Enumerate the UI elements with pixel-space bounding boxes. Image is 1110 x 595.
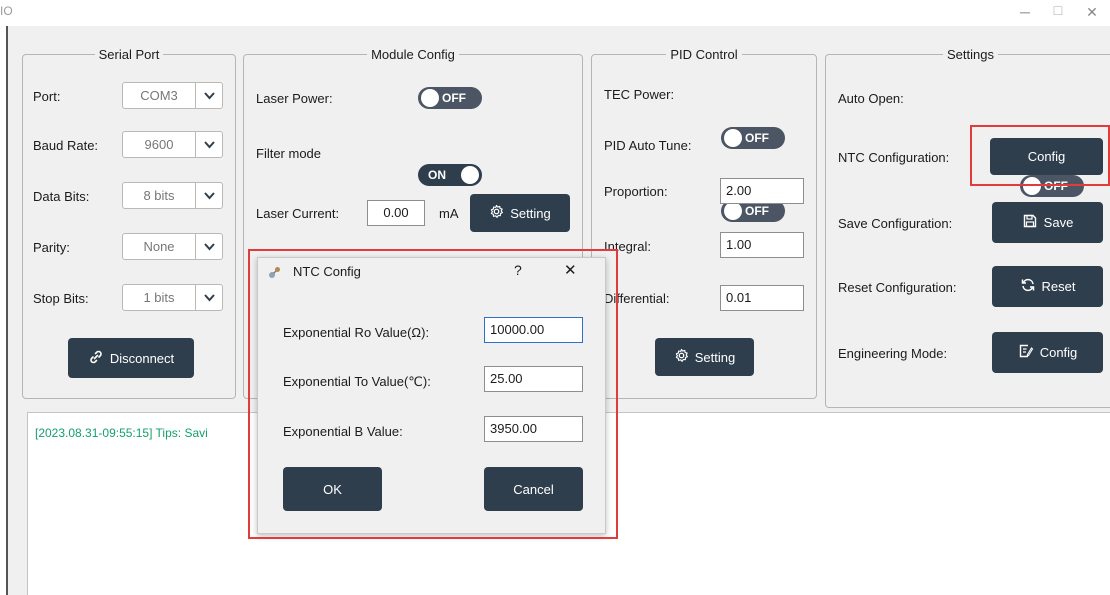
module-setting-button[interactable]: Setting — [470, 194, 570, 232]
disconnect-button[interactable]: Disconnect — [68, 338, 194, 378]
settings-title: Settings — [947, 47, 994, 62]
close-window-button[interactable]: ✕ — [1080, 4, 1104, 21]
port-label: Port: — [33, 89, 61, 104]
ntc-configuration-label: NTC Configuration: — [838, 150, 950, 165]
baud-rate-value: 9600 — [144, 137, 174, 152]
data-bits-select[interactable]: 8 bits — [122, 182, 223, 209]
pid-setting-button[interactable]: Setting — [655, 338, 754, 376]
toggle-knob — [724, 129, 742, 147]
differential-input[interactable]: 0.01 — [720, 285, 804, 311]
filter-mode-state: ON — [428, 168, 446, 182]
filter-mode-label: Filter mode — [256, 146, 322, 161]
minimize-button[interactable]: ─ — [1013, 4, 1037, 20]
save-button-label: Save — [1043, 215, 1074, 230]
reset-configuration-label: Reset Configuration: — [838, 280, 957, 295]
tec-power-label: TEC Power: — [604, 87, 675, 102]
reset-button-label: Reset — [1041, 279, 1076, 294]
baud-rate-select[interactable]: 9600 — [122, 131, 223, 158]
auto-open-label: Auto Open: — [838, 91, 904, 106]
engineering-config-button[interactable]: Config — [992, 332, 1103, 373]
log-line: [2023.08.31-09:55:15] Tips: Savi — [35, 426, 208, 440]
save-configuration-label: Save Configuration: — [838, 216, 953, 231]
dialog-highlight-box — [248, 249, 618, 539]
toggle-knob — [461, 166, 479, 184]
gear-icon — [674, 348, 689, 366]
laser-current-unit: mA — [439, 206, 459, 221]
window-title: IO — [0, 4, 13, 18]
maximize-button[interactable]: ☐ — [1046, 4, 1070, 18]
module-config-title: Module Config — [371, 47, 455, 62]
refresh-icon — [1020, 277, 1036, 296]
toggle-knob — [421, 89, 439, 107]
reset-button[interactable]: Reset — [992, 266, 1103, 307]
toggle-knob — [724, 202, 742, 220]
parity-label: Parity: — [33, 240, 70, 255]
chevron-down-icon — [195, 132, 222, 157]
engineering-mode-label: Engineering Mode: — [838, 346, 948, 361]
save-icon — [1022, 213, 1038, 232]
laser-current-label: Laser Current: — [256, 206, 340, 221]
proportion-label: Proportion: — [604, 184, 668, 199]
baud-rate-label: Baud Rate: — [33, 138, 99, 153]
tec-power-toggle[interactable]: OFF — [721, 127, 785, 149]
laser-current-input[interactable]: 0.00 — [367, 200, 425, 226]
data-bits-label: Data Bits: — [33, 189, 90, 204]
pid-auto-tune-label: PID Auto Tune: — [604, 138, 692, 153]
stop-bits-select[interactable]: 1 bits — [122, 284, 223, 311]
module-setting-label: Setting — [510, 205, 551, 221]
parity-value: None — [143, 239, 175, 254]
laser-power-label: Laser Power: — [256, 91, 333, 106]
pid-auto-tune-state: OFF — [745, 204, 769, 218]
disconnect-label: Disconnect — [109, 350, 175, 366]
filter-mode-toggle[interactable]: ON — [418, 164, 482, 186]
laser-power-toggle[interactable]: OFF — [418, 87, 482, 109]
laser-power-state: OFF — [442, 91, 466, 105]
integral-input[interactable]: 1.00 — [720, 232, 804, 258]
window-border — [6, 26, 8, 595]
pid-setting-label: Setting — [694, 349, 736, 365]
chevron-down-icon — [195, 183, 222, 208]
link-icon — [88, 349, 104, 368]
port-value: COM3 — [140, 88, 178, 103]
serial-port-title: Serial Port — [98, 47, 160, 62]
data-bits-value: 8 bits — [143, 188, 175, 203]
parity-select[interactable]: None — [122, 233, 223, 260]
tec-power-state: OFF — [745, 131, 769, 145]
edit-document-icon — [1018, 343, 1034, 362]
gear-icon — [489, 204, 504, 222]
proportion-input[interactable]: 2.00 — [720, 178, 804, 204]
chevron-down-icon — [195, 234, 222, 259]
stop-bits-value: 1 bits — [143, 290, 175, 305]
chevron-down-icon — [195, 83, 222, 108]
port-select[interactable]: COM3 — [122, 82, 223, 109]
chevron-down-icon — [195, 285, 222, 310]
pid-control-title: PID Control — [670, 47, 738, 62]
save-button[interactable]: Save — [992, 202, 1103, 243]
engineering-config-label: Config — [1039, 345, 1078, 360]
stop-bits-label: Stop Bits: — [33, 291, 89, 306]
ntc-highlight-box — [970, 125, 1110, 186]
